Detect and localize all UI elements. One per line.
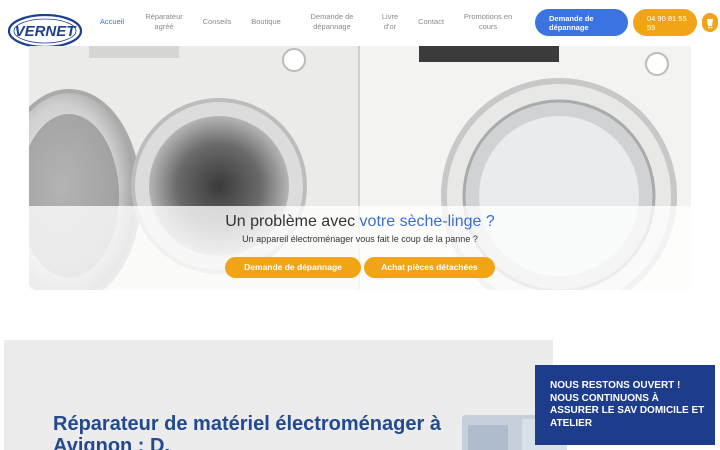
hero-title-prefix: Un problème avec [225, 213, 360, 230]
site-header: VERNET Accueil Réparateur agréé Conseils… [0, 0, 720, 49]
nav-promotions[interactable]: Promotions en cours [462, 12, 514, 32]
phone-button[interactable]: 04 90 81 55 55 [633, 9, 697, 36]
header-request-button[interactable]: Demande de dépannage [535, 9, 628, 36]
hero-buy-parts-button[interactable]: Achat pièces détachées [364, 257, 495, 278]
hero-title: Un problème avec votre sèche-linge ? [0, 213, 720, 231]
open-notice-banner[interactable]: NOUS RESTONS OUVERT ! NOUS CONTINUONS À … [535, 365, 715, 445]
nav-accueil[interactable]: Accueil [97, 17, 127, 27]
hero-banner [29, 46, 691, 290]
section-title: Réparateur de matériel électroménager à … [53, 413, 441, 450]
nav-boutique[interactable]: Boutique [246, 17, 286, 27]
svg-text:VERNET: VERNET [15, 23, 78, 40]
hero-repair-request-button[interactable]: Demande de dépannage [225, 257, 361, 278]
cart-icon[interactable] [702, 13, 718, 32]
hero-subtitle: Un appareil électroménager vous fait le … [242, 234, 478, 244]
nav-contact[interactable]: Contact [414, 17, 448, 27]
nav-livre-dor[interactable]: Livre d'or [378, 12, 402, 32]
nav-reparateur-agree[interactable]: Réparateur agréé [140, 12, 188, 32]
vernet-logo[interactable]: VERNET [7, 13, 83, 49]
nav-conseils[interactable]: Conseils [199, 17, 235, 27]
nav-demande-depannage[interactable]: Demande de dépannage [300, 12, 364, 32]
hero-title-accent: votre sèche-linge ? [359, 213, 495, 230]
